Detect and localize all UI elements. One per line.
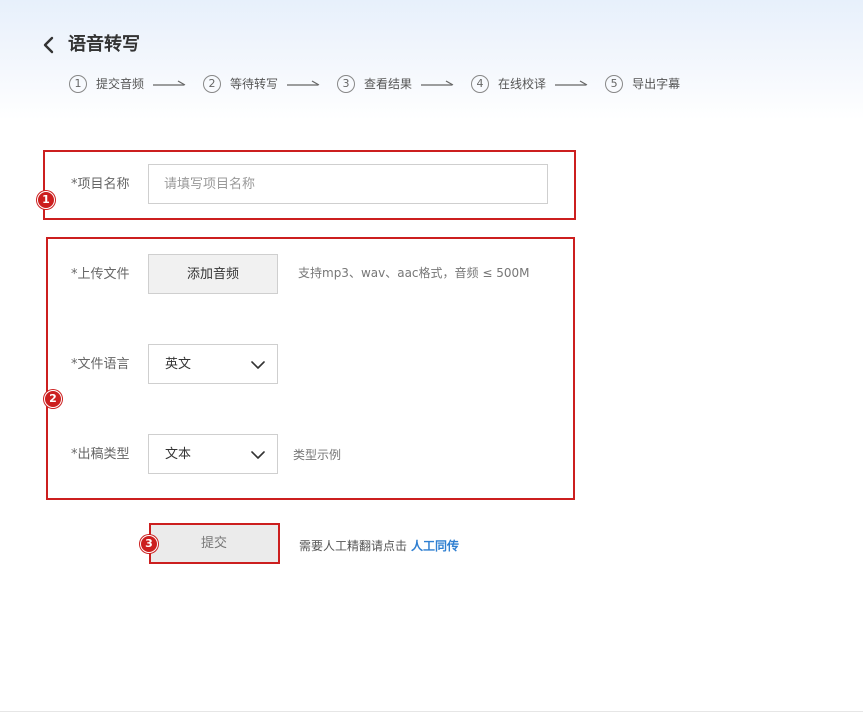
step-progress: 1 提交音频 2 等待转写 3 查看结果 4 在线校译 5 导出字幕 [69,75,680,93]
annotation-box-3 [149,523,280,564]
divider [0,711,863,712]
step-number: 2 [203,75,222,93]
annotation-badge-3: 3 [140,535,158,553]
step-label: 等待转写 [230,77,279,91]
arrow-right-icon [421,79,455,89]
project-name-label: *项目名称 [71,177,130,192]
output-type-select[interactable]: 文本 [148,434,278,474]
output-type-label: *出稿类型 [71,447,130,462]
type-example-link[interactable]: 类型示例 [293,446,341,464]
human-translation-note: 需要人工精翻请点击 人工同传 [299,537,459,555]
arrow-right-icon [555,79,589,89]
human-interpretation-link[interactable]: 人工同传 [411,539,459,553]
step-4: 4 在线校译 [471,75,605,93]
selected-output-type: 文本 [165,447,192,462]
back-arrow-icon[interactable] [40,34,58,56]
file-language-label: *文件语言 [71,357,130,372]
step-3: 3 查看结果 [337,75,471,93]
chevron-down-icon [251,449,265,461]
step-number: 1 [69,75,87,93]
step-number: 5 [605,75,624,93]
page-header: 语音转写 1 提交音频 2 等待转写 3 查看结果 4 在线校译 5 导出字幕 [0,0,863,120]
upload-format-hint: 支持mp3、wav、aac格式，音频 ≤ 500M [298,266,530,280]
chevron-down-icon [251,359,265,371]
note-text: 需要人工精翻请点击 [299,539,408,553]
page-title: 语音转写 [68,34,140,55]
add-audio-button[interactable]: 添加音频 [148,254,278,294]
project-name-input[interactable] [148,164,548,204]
step-label: 提交音频 [96,77,145,91]
annotation-badge-2: 2 [44,390,62,408]
step-number: 4 [471,75,490,93]
step-label: 查看结果 [364,77,413,91]
step-5: 5 导出字幕 [605,75,680,93]
upload-file-label: *上传文件 [71,267,130,282]
selected-language: 英文 [165,357,192,372]
step-2: 2 等待转写 [203,75,337,93]
file-language-select[interactable]: 英文 [148,344,278,384]
step-label: 在线校译 [498,77,547,91]
arrow-right-icon [153,79,187,89]
annotation-badge-1: 1 [37,191,55,209]
step-number: 3 [337,75,356,93]
step-1: 1 提交音频 [69,75,203,93]
step-label: 导出字幕 [632,77,681,91]
arrow-right-icon [287,79,321,89]
